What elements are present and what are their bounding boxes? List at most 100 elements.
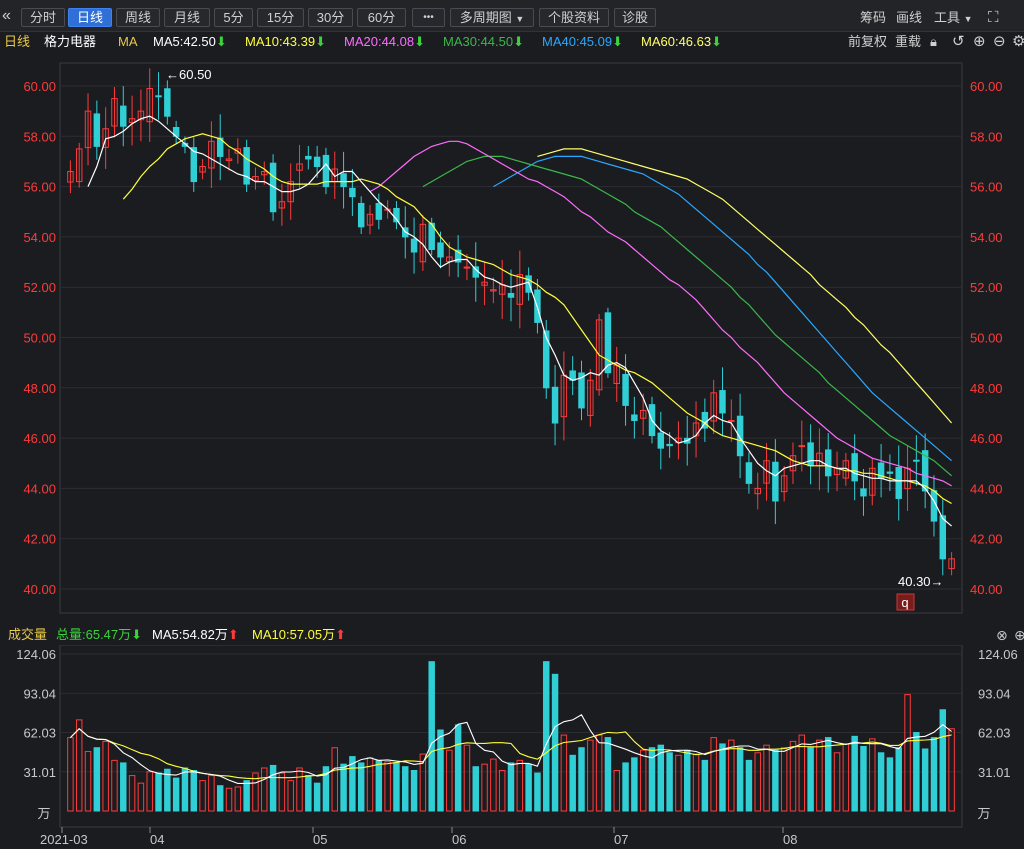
candlestick — [745, 452, 753, 494]
arrow-up-icon: ⬆ — [335, 627, 347, 642]
volume-bar — [181, 767, 189, 812]
candlestick — [622, 354, 629, 426]
price-tick-label-right: 44.00 — [970, 481, 1003, 496]
volume-bar — [296, 767, 303, 812]
volume-bar — [816, 739, 823, 812]
tab-monthly[interactable]: 月线 — [164, 8, 210, 27]
volume-bar — [560, 734, 568, 812]
volume-bar — [331, 747, 338, 812]
volume-bar — [745, 759, 753, 812]
double-chevron-left-icon[interactable]: « — [2, 6, 11, 25]
tab-weekly[interactable]: 周线 — [116, 8, 160, 27]
more-periods-button[interactable]: ••• — [412, 8, 445, 27]
candle-body — [622, 373, 629, 406]
tab-5min[interactable]: 5分 — [214, 8, 253, 27]
volume-tick-label-left: 62.03 — [23, 726, 56, 741]
draw-line-button[interactable]: 画线 — [896, 8, 922, 27]
volume-tick-label-right: 62.03 — [978, 726, 1011, 741]
tab-60min[interactable]: 60分 — [357, 8, 406, 27]
arrow-down-icon: ⬇ — [711, 34, 723, 49]
candlestick — [75, 142, 83, 188]
volume-bar — [190, 770, 198, 812]
volume-bar — [534, 772, 541, 812]
stock-info-button[interactable]: 个股资料 — [539, 8, 609, 27]
volume-tick-label-left: 93.04 — [23, 686, 56, 701]
ma-legend-bar: 日线 格力电器 MA MA5:42.50⬇ MA10:43.39⬇ MA20:4… — [0, 31, 1024, 53]
ma40-value: MA40:45.09⬇ — [542, 34, 624, 49]
tab-intraday[interactable]: 分时 — [21, 8, 65, 27]
arrow-up-icon: ⬆ — [227, 627, 239, 642]
candle-body — [164, 88, 171, 117]
ma60-value: MA60:46.63⬇ — [641, 34, 723, 49]
candlestick — [481, 262, 488, 306]
price-tick-label-right: 46.00 — [970, 431, 1003, 446]
volume-bar — [507, 762, 515, 812]
volume-bar — [860, 745, 867, 812]
price-chart[interactable]: 60.00 60.00 58.00 58.00 56.00 56.00 54.00 54.00… — [0, 53, 1024, 623]
volume-chart[interactable]: 124.06 124.06 93.04 93.04 62.03 62.03 31.01 31.… — [0, 645, 1024, 849]
period-label: 日线 — [4, 34, 31, 49]
x-axis-label: 05 — [313, 832, 327, 847]
volume-bar — [463, 744, 471, 812]
chips-button[interactable]: 筹码 — [860, 8, 886, 27]
candlestick — [190, 137, 198, 192]
x-axis-label: 04 — [150, 832, 164, 847]
volume-bar — [269, 764, 277, 812]
candlestick — [410, 217, 418, 274]
candlestick — [657, 411, 665, 470]
volume-bar — [877, 752, 885, 812]
volume-bar — [613, 770, 620, 812]
close-panel-icon[interactable]: ⊗ — [996, 625, 1008, 645]
zoom-out-icon[interactable]: ⊖ — [993, 31, 1006, 53]
price-tick-label-right: 42.00 — [970, 532, 1003, 547]
fullscreen-icon[interactable]: ⛶ — [988, 8, 999, 27]
volume-bar — [763, 744, 770, 812]
high-price-annotation: ←60.50 — [166, 67, 212, 82]
volume-legend-bar: 成交量 总量:65.47万⬇ MA5:54.82万⬆ MA10:57.05万⬆ … — [0, 625, 1024, 645]
volume-bar — [543, 661, 550, 812]
volume-tick-label-left: 31.01 — [23, 765, 56, 780]
candle-body — [604, 312, 612, 374]
candle-body — [463, 266, 471, 269]
tab-15min[interactable]: 15分 — [257, 8, 304, 27]
candle-body — [666, 443, 673, 447]
undo-icon[interactable]: ↺ — [952, 31, 965, 53]
volume-bar — [137, 782, 145, 812]
candle-body — [410, 238, 418, 253]
candlestick — [454, 235, 462, 278]
candlestick — [472, 242, 479, 302]
candle-body — [886, 471, 894, 474]
price-tick-label-left: 50.00 — [23, 331, 56, 346]
volume-bar — [833, 752, 841, 812]
x-axis-label: 2021-03 — [40, 832, 88, 847]
volume-bar — [75, 719, 83, 812]
candlestick — [208, 121, 215, 189]
arrow-down-icon: ⬇ — [215, 34, 227, 49]
candle-body — [305, 155, 312, 160]
ma-indicator-label[interactable]: MA — [118, 31, 138, 53]
volume-bar — [384, 761, 391, 812]
volume-bar — [402, 766, 409, 812]
settings-icon[interactable]: ⚙ — [1012, 31, 1024, 53]
candlestick — [754, 472, 761, 510]
zoom-in-icon[interactable]: ⊕ — [1014, 625, 1024, 645]
volume-label: 成交量 — [8, 627, 48, 642]
volume-bar — [913, 732, 920, 812]
tab-30min[interactable]: 30分 — [308, 8, 353, 27]
diagnose-button[interactable]: 诊股 — [614, 8, 656, 27]
reload-button[interactable]: 重载 — [895, 31, 921, 53]
candlestick — [393, 201, 400, 230]
volume-bar — [67, 737, 74, 812]
candlestick — [939, 499, 947, 576]
multi-period-dropdown[interactable]: 多周期图 ▼ — [450, 8, 534, 27]
tools-dropdown[interactable]: 工具 ▼ — [934, 8, 973, 29]
volume-bar — [428, 661, 435, 812]
forward-adjust-button[interactable]: 前复权 — [848, 31, 887, 53]
volume-bar — [155, 772, 162, 812]
volume-bar — [657, 744, 665, 812]
zoom-in-icon[interactable]: ⊕ — [973, 31, 986, 53]
tools-label: 工具 — [934, 10, 961, 25]
price-tick-label-right: 48.00 — [970, 381, 1003, 396]
lock-icon[interactable]: 🔒︎ — [930, 31, 937, 53]
tab-daily[interactable]: 日线 — [68, 8, 112, 27]
